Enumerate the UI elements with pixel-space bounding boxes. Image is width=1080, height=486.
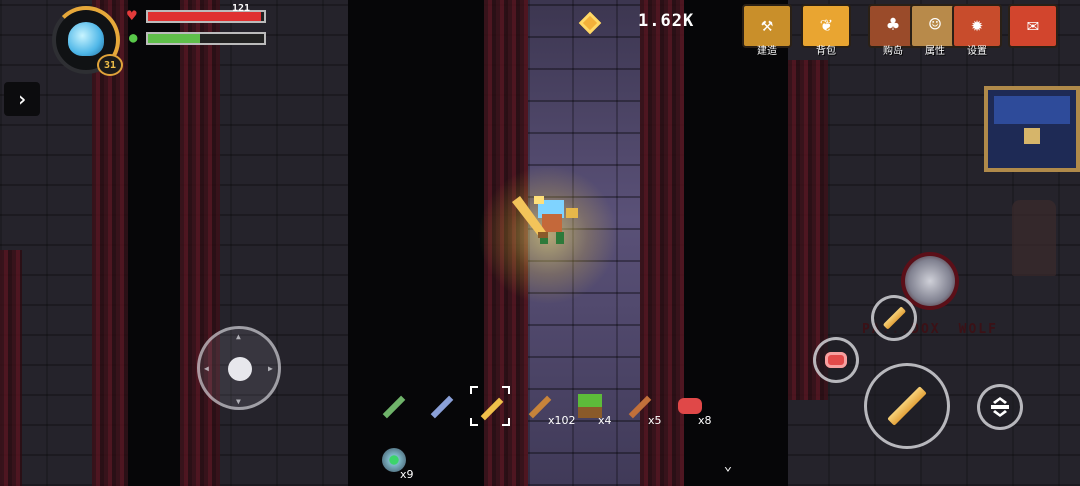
enemy-wolf[interactable] — [905, 256, 955, 306]
settings-menu-label: 设置 — [967, 46, 987, 57]
swap-weapon-button[interactable] — [977, 384, 1023, 430]
arrow-down-icon: ▼ — [236, 397, 241, 406]
pickaxe-icon — [382, 395, 406, 419]
movement-joystick[interactable]: ▲ ▼ ◀ ▶ — [197, 326, 281, 410]
shovel-icon — [430, 395, 454, 419]
attack-button[interactable] — [864, 363, 950, 449]
gear-icon: ✹ — [970, 12, 984, 36]
heart-icon: ♥ — [127, 6, 137, 25]
treasure-chest[interactable] — [984, 86, 1080, 172]
eat-meat-button[interactable] — [813, 337, 859, 383]
level-badge: 31 — [97, 54, 123, 76]
item-count: x9 — [400, 468, 414, 481]
hotbar-slot[interactable] — [468, 384, 512, 428]
chevron-right-icon: › — [15, 87, 29, 111]
golden-sword-icon — [480, 397, 504, 421]
player-character — [512, 192, 584, 252]
item-hotbar: x102 x4 x5 x8 x9 — [372, 384, 720, 481]
hotbar-slot[interactable]: x5 — [618, 384, 662, 428]
raw-meat-icon — [678, 398, 702, 414]
hotbar-slot[interactable] — [420, 384, 464, 428]
golden-sword-icon — [887, 386, 927, 426]
sword-icon — [882, 306, 906, 330]
joystick-knob[interactable] — [228, 357, 252, 381]
item-count: x5 — [648, 414, 662, 427]
map-menu-button[interactable]: ✉ — [1008, 4, 1058, 48]
energy-bar — [146, 32, 266, 45]
swap-icon — [991, 397, 1009, 417]
hotbar-slot[interactable]: x4 — [568, 384, 612, 428]
energy-icon: ● — [129, 30, 138, 46]
arrow-left-icon: ◀ — [204, 364, 209, 373]
backpack-icon: ❦ — [819, 12, 833, 36]
scroll-map-icon: ✉ — [1026, 12, 1040, 36]
raw-meat-icon — [825, 352, 847, 368]
sword-skill-button[interactable] — [871, 295, 917, 341]
hotbar-slot[interactable]: x9 — [372, 438, 416, 482]
hammer-anvil-icon: ⚒ — [760, 12, 774, 36]
hotbar-slot[interactable]: x102 — [518, 384, 576, 428]
build-menu-label: 建造 — [757, 46, 777, 57]
avatar — [68, 22, 104, 56]
hotbar-slot[interactable] — [372, 384, 416, 428]
arrow-up-icon: ▲ — [236, 332, 241, 341]
item-count: x8 — [698, 414, 712, 427]
currency-amount: 1.62K — [638, 11, 695, 31]
chevron-down-icon[interactable]: ⌄ — [720, 458, 736, 474]
npc-silhouette — [1012, 200, 1056, 276]
expand-panel-button[interactable]: › — [4, 82, 40, 116]
item-count: x4 — [598, 414, 612, 427]
hotbar-slot[interactable]: x8 — [668, 384, 712, 428]
arrow-right-icon: ▶ — [268, 364, 273, 373]
bag-menu-label: 背包 — [816, 46, 836, 57]
health-value: 121 — [232, 3, 251, 14]
